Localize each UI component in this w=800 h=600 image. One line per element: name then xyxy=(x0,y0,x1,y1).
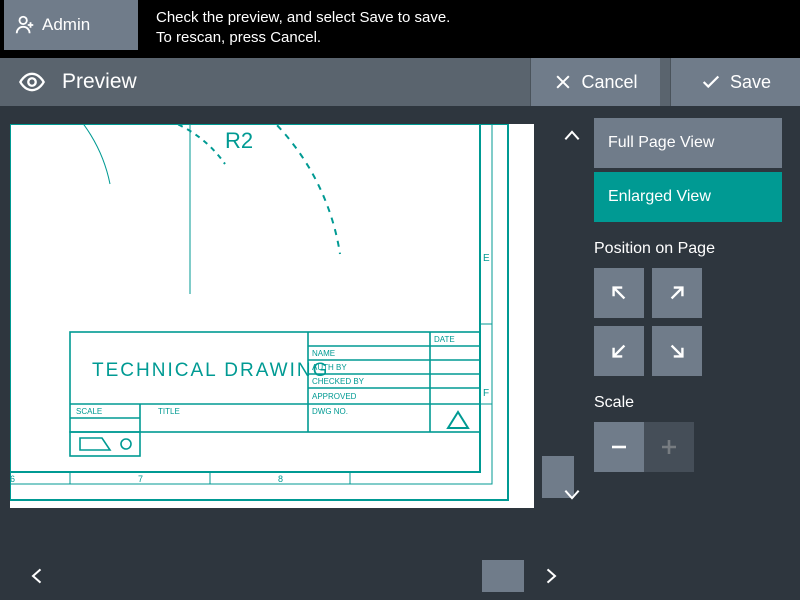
chevron-down-icon xyxy=(559,484,585,504)
drawing-titlefield: TITLE xyxy=(158,407,180,416)
arrow-up-right-icon xyxy=(664,280,690,306)
scale-minus-button[interactable] xyxy=(594,422,644,472)
cancel-button[interactable]: Cancel xyxy=(530,58,660,106)
minus-icon xyxy=(607,435,631,459)
position-top-right-button[interactable] xyxy=(652,268,702,318)
drawing-date: DATE xyxy=(434,335,455,344)
admin-badge[interactable]: Admin xyxy=(4,0,138,50)
chevron-right-icon xyxy=(540,562,560,590)
scale-label: Scale xyxy=(594,394,782,412)
title-bar: Preview Cancel Save xyxy=(0,58,800,106)
top-bar: Admin Check the preview, and select Save… xyxy=(0,0,800,58)
chevron-left-icon xyxy=(28,562,48,590)
enlarged-view-label: Enlarged View xyxy=(608,188,711,206)
scale-controls xyxy=(594,422,782,472)
main-area: R2 E F xyxy=(0,106,800,600)
page-navigator xyxy=(0,552,586,600)
save-button[interactable]: Save xyxy=(670,58,800,106)
position-grid xyxy=(594,268,782,376)
drawing-title: TECHNICAL DRAWING xyxy=(92,360,329,381)
eye-icon xyxy=(18,68,46,96)
drawing-authby: AUTH BY xyxy=(312,363,347,372)
preview-canvas[interactable]: R2 E F xyxy=(10,124,534,508)
drawing-scale: SCALE xyxy=(76,407,102,416)
chevron-up-icon xyxy=(559,126,585,146)
user-icon xyxy=(14,14,36,36)
drawing-edge-e: E xyxy=(483,253,490,264)
position-label: Position on Page xyxy=(594,240,782,258)
position-bottom-left-button[interactable] xyxy=(594,326,644,376)
preview-wrap: R2 E F xyxy=(0,106,586,532)
instructions: Check the preview, and select Save to sa… xyxy=(142,0,464,58)
save-label: Save xyxy=(730,72,771,93)
horizontal-scroll-thumb[interactable] xyxy=(482,560,524,592)
enlarged-view-button[interactable]: Enlarged View xyxy=(594,172,782,222)
page-title: Preview xyxy=(62,70,520,94)
full-page-view-button[interactable]: Full Page View xyxy=(594,118,782,168)
drawing-svg: R2 E F xyxy=(10,124,534,508)
close-icon xyxy=(553,72,573,92)
drawing-ruler-7: 7 xyxy=(138,474,143,484)
drawing-approved: APPROVED xyxy=(312,392,357,401)
cancel-label: Cancel xyxy=(581,72,637,93)
drawing-dwgno: DWG NO. xyxy=(312,407,348,416)
drawing-ruler-6: 6 xyxy=(10,474,15,484)
admin-label: Admin xyxy=(42,15,90,35)
horizontal-scroll-track[interactable] xyxy=(64,560,524,592)
plus-icon xyxy=(657,435,681,459)
drawing-checkedby: CHECKED BY xyxy=(312,377,365,386)
instructions-line2: To rescan, press Cancel. xyxy=(156,28,450,48)
drawing-edge-f: F xyxy=(483,388,489,399)
instructions-line1: Check the preview, and select Save to sa… xyxy=(156,8,450,28)
position-top-left-button[interactable] xyxy=(594,268,644,318)
side-panel: Full Page View Enlarged View Position on… xyxy=(586,106,800,600)
drawing-r2-label: R2 xyxy=(225,128,253,153)
full-page-view-label: Full Page View xyxy=(608,134,714,152)
check-icon xyxy=(700,71,722,93)
scroll-down-button[interactable] xyxy=(552,474,592,514)
page-prev-button[interactable] xyxy=(18,556,58,596)
drawing-ruler-8: 8 xyxy=(278,474,283,484)
arrow-up-left-icon xyxy=(606,280,632,306)
scroll-up-button[interactable] xyxy=(552,116,592,156)
position-bottom-right-button[interactable] xyxy=(652,326,702,376)
scale-plus-button[interactable] xyxy=(644,422,694,472)
page-next-button[interactable] xyxy=(530,556,570,596)
arrow-down-left-icon xyxy=(606,338,632,364)
arrow-down-right-icon xyxy=(664,338,690,364)
preview-column: R2 E F xyxy=(0,106,586,600)
drawing-name: NAME xyxy=(312,349,335,358)
